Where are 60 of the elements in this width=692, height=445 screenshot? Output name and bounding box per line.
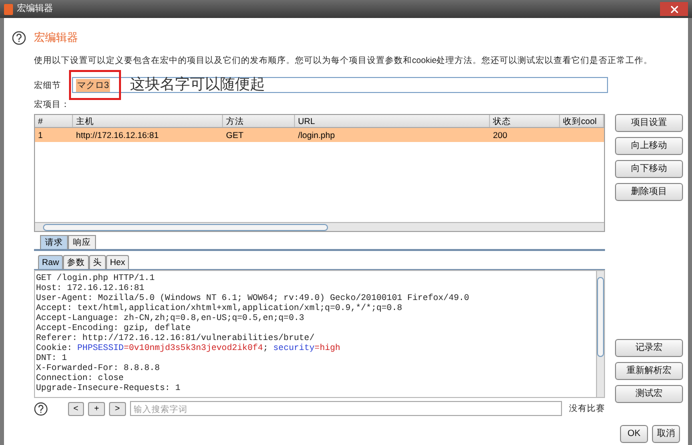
code-line: Connection: close bbox=[36, 373, 125, 383]
code-line: X-Forwarded-For: 8.8.8.8 bbox=[36, 363, 161, 373]
code-line: GET /login.php HTTP/1.1 bbox=[36, 273, 156, 283]
code-line: Host: 172.16.12.16:81 bbox=[36, 283, 146, 293]
column-header[interactable]: 收到cool bbox=[560, 115, 604, 127]
action-button[interactable]: 取消 bbox=[652, 425, 680, 443]
code-line: Referer: http://172.16.12.16:81/vulnerabilities/brute/ bbox=[36, 333, 316, 343]
table-row[interactable]: 1 http://172.16.12.16:81 GET /login.php 200 bbox=[35, 128, 604, 142]
nav-button[interactable]: + bbox=[88, 402, 105, 416]
action-button[interactable]: 删除项目 bbox=[615, 183, 683, 201]
section-label: 宏项目： bbox=[34, 98, 71, 111]
nav-button[interactable]: < bbox=[68, 402, 84, 416]
dialog-heading: 宏编辑器 bbox=[34, 30, 78, 46]
match-count: 没有比赛 bbox=[569, 402, 605, 415]
code-line: User-Agent: Mozilla/5.0 (Windows NT 6.1; WOW64; rv:49.0) Gecko/20100101 Firefox/49.0 bbox=[36, 293, 470, 303]
help-icon[interactable] bbox=[34, 402, 48, 416]
code-line: Upgrade-Insecure-Requests: 1 bbox=[36, 383, 182, 393]
table-cell-text: http://172.16.12.16:81 bbox=[75, 128, 160, 142]
tab[interactable]: 响应 bbox=[68, 235, 96, 249]
annotation-box bbox=[69, 70, 121, 100]
column-header[interactable]: 主机 bbox=[73, 115, 223, 127]
table-cell-text: 1 bbox=[37, 128, 44, 142]
code-line: Accept: text/html,application/xhtml+xml,application/xml;q=0.9,*/*;q=0.8 bbox=[36, 303, 404, 313]
code-line: DNT: 1 bbox=[36, 353, 68, 363]
window-title: 宏编辑器 bbox=[17, 2, 53, 16]
action-button[interactable]: 向下移动 bbox=[615, 160, 683, 178]
close-icon bbox=[670, 6, 678, 12]
action-button[interactable]: 测试宏 bbox=[615, 385, 683, 403]
description-text: 使用以下设置可以定义要包含在宏中的项目以及它们的发布顺序。您可以为每个项目设置参数和cookie处理方法。您还可以测试宏以查看它们是否正常工作。 bbox=[34, 54, 654, 66]
table-cell-text: 200 bbox=[492, 128, 508, 142]
code-line: Accept-Encoding: gzip, deflate bbox=[36, 323, 192, 333]
tab[interactable]: 头 bbox=[89, 255, 106, 269]
help-icon[interactable] bbox=[12, 31, 26, 46]
column-header[interactable]: URL bbox=[295, 115, 490, 127]
selected-text: マクロ3 bbox=[76, 78, 110, 92]
request-editor[interactable] bbox=[34, 270, 605, 398]
tab[interactable]: Raw bbox=[38, 255, 64, 269]
action-button[interactable]: 记录宏 bbox=[615, 339, 683, 357]
nav-button[interactable]: > bbox=[109, 402, 126, 416]
action-button[interactable]: 重新解析宏 bbox=[615, 362, 683, 380]
horizontal-scrollbar[interactable] bbox=[35, 222, 604, 231]
app-icon bbox=[4, 4, 13, 14]
column-header[interactable]: # bbox=[35, 115, 73, 127]
tab[interactable]: Hex bbox=[106, 255, 130, 269]
code-line: Cookie: PHPSESSID=0v10nmjd3s5k3n3jevod2ik0f4; security=high bbox=[36, 343, 342, 353]
tab[interactable]: 参数 bbox=[63, 255, 90, 269]
search-field[interactable]: 输入搜索字词 bbox=[130, 401, 562, 416]
close-button[interactable] bbox=[660, 2, 688, 16]
action-button[interactable]: 项目设置 bbox=[615, 114, 683, 132]
vertical-scrollbar[interactable] bbox=[596, 271, 604, 397]
table-cell-text: GET bbox=[225, 128, 244, 142]
action-button[interactable]: OK bbox=[620, 425, 648, 443]
column-header[interactable]: 方法 bbox=[223, 115, 295, 127]
annotation-text: 这块名字可以随便起 bbox=[130, 77, 265, 92]
column-header[interactable]: 状态 bbox=[490, 115, 560, 127]
field-label: 宏细节 bbox=[34, 78, 62, 92]
action-button[interactable]: 向上移动 bbox=[615, 137, 683, 155]
code-line: Accept-Language: zh-CN,zh;q=0.8,en-US;q=0.5,en;q=0.3 bbox=[36, 313, 306, 323]
table-cell-text: /login.php bbox=[297, 128, 336, 142]
tab[interactable]: 请求 bbox=[40, 235, 68, 249]
